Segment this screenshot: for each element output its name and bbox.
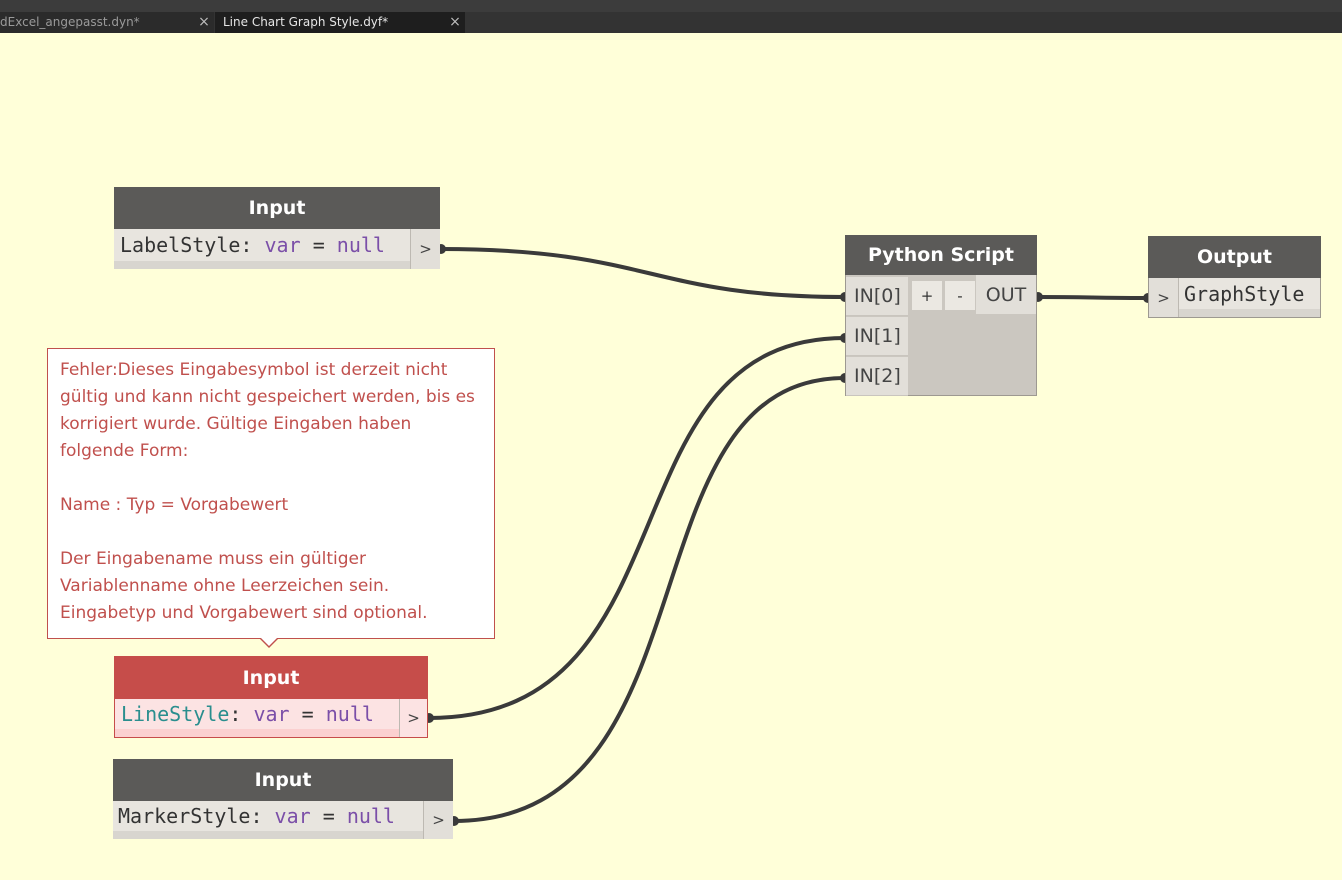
syntax-equals: =	[301, 702, 314, 726]
input-default: null	[346, 804, 395, 828]
error-tooltip: Fehler:Dieses Eingabesymbol ist derzeit …	[47, 348, 495, 639]
input-type: var	[253, 702, 290, 726]
syntax-colon: :	[250, 804, 263, 828]
input-port-in1[interactable]: IN[1]	[846, 317, 908, 356]
output-node-graphstyle[interactable]: Output > GraphStyle	[1148, 236, 1321, 318]
tab-bar: dExcel_angepasst.dyn* × Line Chart Graph…	[0, 0, 1342, 33]
input-default: null	[336, 233, 385, 257]
python-script-node[interactable]: Python Script IN[0] IN[1] IN[2] + - OUT	[845, 235, 1037, 396]
close-icon[interactable]: ×	[449, 12, 461, 33]
node-title: Input	[115, 657, 427, 699]
remove-input-button[interactable]: -	[945, 281, 975, 310]
input-port[interactable]: >	[1149, 278, 1179, 317]
tooltip-arrow-fill	[260, 637, 278, 646]
input-type: var	[274, 804, 311, 828]
input-definition-field[interactable]: LineStyle: var = null	[115, 699, 399, 729]
syntax-colon: :	[240, 233, 253, 257]
node-title: Output	[1148, 236, 1321, 278]
node-title: Python Script	[845, 235, 1037, 275]
syntax-colon: :	[229, 702, 242, 726]
syntax-equals: =	[322, 804, 335, 828]
input-node-labelstyle[interactable]: Input LabelStyle: var = null >	[114, 187, 440, 269]
input-type: var	[264, 233, 301, 257]
wire-labelstyle-to-in0	[440, 247, 846, 299]
input-name: MarkerStyle	[118, 804, 251, 828]
title-strip	[0, 0, 1342, 12]
output-port[interactable]: >	[410, 229, 440, 269]
output-name-field[interactable]: GraphStyle	[1179, 278, 1320, 309]
input-name: LabelStyle	[120, 233, 241, 257]
input-name: LineStyle	[121, 702, 230, 726]
node-title: Input	[114, 187, 440, 229]
output-port-out[interactable]: OUT	[976, 275, 1036, 314]
syntax-equals: =	[312, 233, 325, 257]
input-default: null	[325, 702, 374, 726]
input-definition-field[interactable]: LabelStyle: var = null	[114, 229, 410, 261]
tab-label: dExcel_angepasst.dyn*	[0, 15, 140, 29]
output-port[interactable]: >	[399, 699, 427, 737]
node-title: Input	[113, 759, 453, 801]
input-port-in2[interactable]: IN[2]	[846, 357, 908, 396]
tab-label: Line Chart Graph Style.dyf*	[223, 15, 389, 29]
input-port-in0[interactable]: IN[0]	[846, 277, 908, 316]
input-node-markerstyle[interactable]: Input MarkerStyle: var = null >	[113, 759, 453, 839]
tab-excel-file[interactable]: dExcel_angepasst.dyn* ×	[0, 12, 214, 33]
close-icon[interactable]: ×	[198, 12, 210, 33]
tab-line-chart-graph-style[interactable]: Line Chart Graph Style.dyf* ×	[215, 12, 465, 33]
wire-out-to-output	[1037, 295, 1149, 300]
input-node-linestyle[interactable]: Input LineStyle: var = null >	[114, 656, 428, 738]
wire-markerstyle-to-in2	[453, 376, 846, 823]
add-input-button[interactable]: +	[912, 281, 942, 310]
input-definition-field[interactable]: MarkerStyle: var = null	[113, 801, 423, 831]
output-port[interactable]: >	[423, 801, 453, 839]
